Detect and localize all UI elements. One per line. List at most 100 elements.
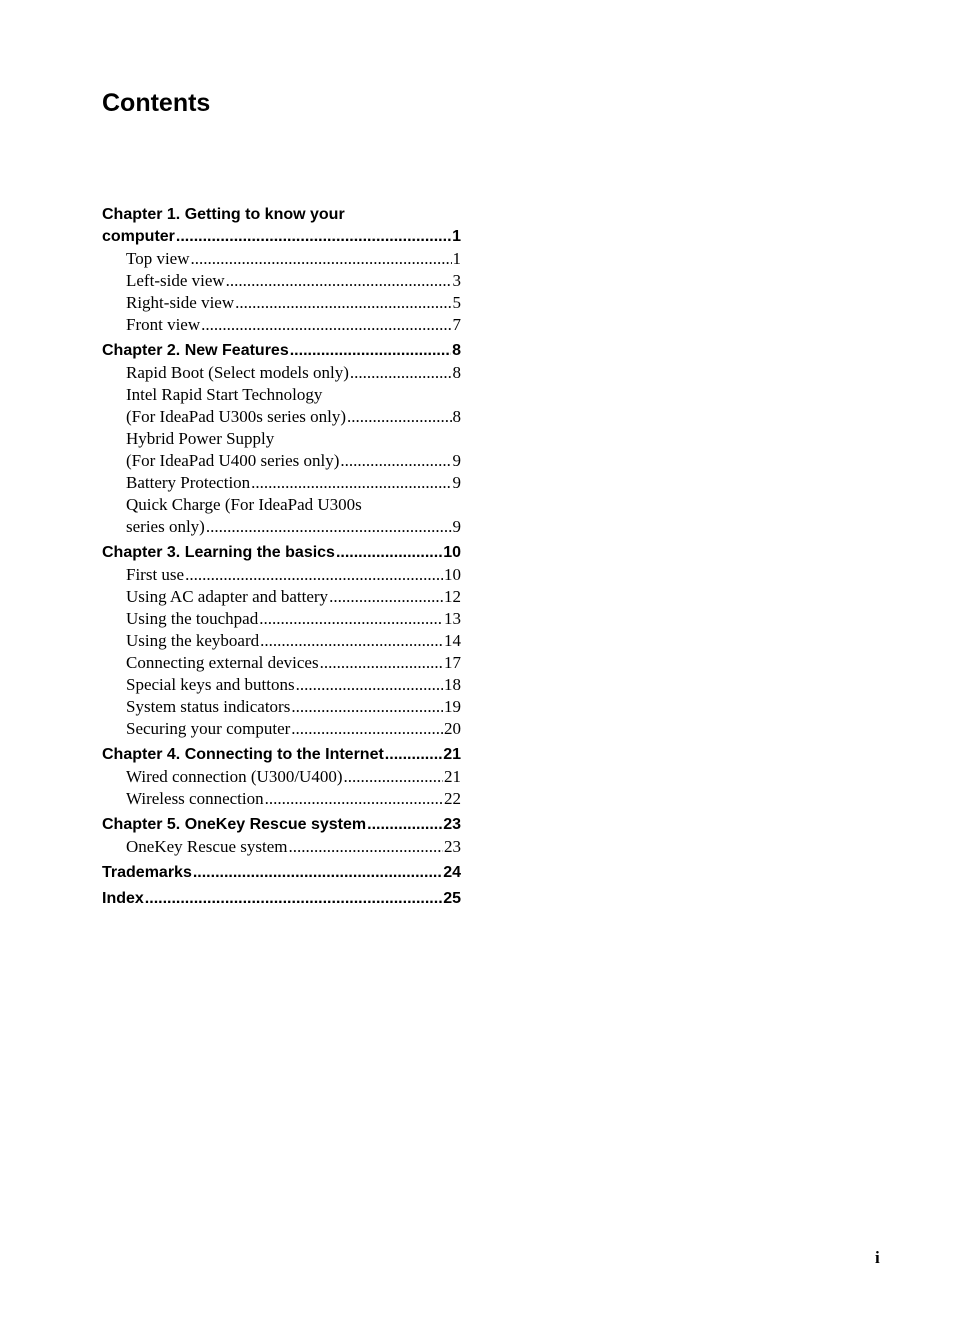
dot-leader	[145, 888, 442, 910]
toc-chapter-entry[interactable]: Chapter 5. OneKey Rescue system 23	[102, 814, 461, 836]
toc-page-number: 18	[444, 675, 461, 694]
dot-leader	[291, 696, 443, 718]
toc-entry-label: computer	[102, 228, 175, 245]
toc-page-number: 8	[452, 363, 462, 382]
toc-entry-title-line: Chapter 1. Getting to know your	[102, 206, 345, 223]
toc-entry-row: Using AC adapter and battery 12	[126, 586, 461, 608]
toc-page-number: 8	[452, 407, 462, 426]
toc-entry-row: Trademarks 24	[102, 862, 461, 884]
toc-section-entry[interactable]: Rapid Boot (Select models only) 8	[102, 362, 461, 384]
toc-entry-label: First use	[126, 565, 185, 584]
toc-entry-row: Index 25	[102, 888, 461, 910]
toc-entry-row: Special keys and buttons 18	[126, 674, 461, 696]
toc-section-entry[interactable]: Special keys and buttons 18	[102, 674, 461, 696]
toc-entry-label: (For IdeaPad U300s series only)	[126, 407, 347, 426]
toc-entry-row: Right-side view 5	[126, 292, 461, 314]
toc-section-entry[interactable]: First use 10	[102, 564, 461, 586]
dot-leader	[191, 248, 452, 270]
toc-section-entry[interactable]: Securing your computer 20	[102, 718, 461, 740]
toc-section-entry[interactable]: Top view 1	[102, 248, 461, 270]
toc-section-entry[interactable]: Hybrid Power Supply (For IdeaPad U400 ser…	[102, 428, 461, 472]
toc-entry-label: Front view	[126, 315, 201, 334]
dot-leader	[235, 292, 451, 314]
dot-leader	[206, 516, 452, 538]
toc-entry-title-line: Quick Charge (For IdeaPad U300s	[126, 495, 362, 514]
toc-entry-label: Right-side view	[126, 293, 235, 312]
toc-page-number: 5	[452, 293, 462, 312]
toc-chapter-entry[interactable]: Chapter 1. Getting to know your computer 1	[102, 204, 461, 248]
dot-leader	[347, 406, 451, 428]
toc-page-number: 20	[444, 719, 461, 738]
page-title: Contents	[102, 89, 211, 117]
toc-entry-label: Special keys and buttons	[126, 675, 295, 694]
toc-section-entry[interactable]: Right-side view 5	[102, 292, 461, 314]
toc-entry-label: Using the keyboard	[126, 631, 260, 650]
dot-leader	[343, 766, 443, 788]
toc-page-number: 9	[452, 517, 462, 536]
toc-entry-label: Trademarks	[102, 864, 192, 881]
dot-leader	[367, 814, 442, 836]
toc-entry-label: (For IdeaPad U400 series only)	[126, 451, 340, 470]
toc-section-entry[interactable]: Intel Rapid Start Technology (For IdeaPad…	[102, 384, 461, 428]
toc-page-number: 9	[452, 451, 462, 470]
toc-page-number: 23	[444, 837, 461, 856]
toc-chapter-entry[interactable]: Chapter 4. Connecting to the Internet 21	[102, 744, 461, 766]
toc-entry-title-line: Intel Rapid Start Technology	[126, 385, 323, 404]
dot-leader	[185, 564, 443, 586]
toc-entry-row: Chapter 4. Connecting to the Internet 21	[102, 744, 461, 766]
toc-page-number: 17	[444, 653, 461, 672]
toc-section-entry[interactable]: Using AC adapter and battery 12	[102, 586, 461, 608]
toc-entry-row: Chapter 5. OneKey Rescue system 23	[102, 814, 461, 836]
dot-leader	[193, 862, 442, 884]
toc-page-number: 24	[443, 864, 461, 881]
toc-chapter-entry[interactable]: Chapter 2. New Features 8	[102, 340, 461, 362]
toc-page-number: 12	[444, 587, 461, 606]
toc-page-number: 1	[452, 249, 462, 268]
toc-entry-label: System status indicators	[126, 697, 291, 716]
dot-leader	[329, 586, 443, 608]
toc-section-entry[interactable]: Wired connection (U300/U400) 21	[102, 766, 461, 788]
dot-leader	[260, 630, 443, 652]
toc-section-entry[interactable]: Using the touchpad 13	[102, 608, 461, 630]
toc-page-number: 1	[452, 228, 461, 245]
toc-section-entry[interactable]: Front view 7	[102, 314, 461, 336]
toc-page-number: 8	[452, 342, 461, 359]
toc-entry-row: System status indicators 19	[126, 696, 461, 718]
toc-entry-label: OneKey Rescue system	[126, 837, 288, 856]
dot-leader	[336, 542, 442, 564]
toc-entry-row: computer 1	[102, 226, 461, 248]
toc-entry-row: Chapter 3. Learning the basics 10	[102, 542, 461, 564]
toc-section-entry[interactable]: Connecting external devices 17	[102, 652, 461, 674]
toc-section-entry[interactable]: OneKey Rescue system 23	[102, 836, 461, 858]
toc-section-entry[interactable]: Battery Protection 9	[102, 472, 461, 494]
toc-entry-label: Wired connection (U300/U400)	[126, 767, 343, 786]
toc-page-number: 13	[444, 609, 461, 628]
toc-section-entry[interactable]: Quick Charge (For IdeaPad U300s series on…	[102, 494, 461, 538]
toc-page-number: 14	[444, 631, 461, 650]
toc-chapter-entry[interactable]: Index 25	[102, 888, 461, 910]
toc-entry-label: Chapter 4. Connecting to the Internet	[102, 746, 384, 763]
toc-section-entry[interactable]: Using the keyboard 14	[102, 630, 461, 652]
toc-page-number: 10	[444, 565, 461, 584]
toc-entry-label: Rapid Boot (Select models only)	[126, 363, 349, 382]
dot-leader	[176, 226, 451, 248]
toc-entry-label: Index	[102, 890, 144, 907]
dot-leader	[320, 652, 443, 674]
toc-section-entry[interactable]: System status indicators 19	[102, 696, 461, 718]
table-of-contents: Chapter 1. Getting to know your computer 1…	[102, 204, 461, 910]
toc-section-entry[interactable]: Wireless connection 22	[102, 788, 461, 810]
toc-entry-row: First use 10	[126, 564, 461, 586]
toc-entry-row: Using the keyboard 14	[126, 630, 461, 652]
toc-section-entry[interactable]: Left-side view 3	[102, 270, 461, 292]
toc-entry-label: Securing your computer	[126, 719, 291, 738]
dot-leader	[251, 472, 451, 494]
toc-page-number: 10	[443, 544, 461, 561]
toc-entry-row: OneKey Rescue system 23	[126, 836, 461, 858]
dot-leader	[296, 674, 443, 696]
toc-chapter-entry[interactable]: Trademarks 24	[102, 862, 461, 884]
dot-leader	[290, 340, 451, 362]
toc-entry-row: Wireless connection 22	[126, 788, 461, 810]
toc-chapter-entry[interactable]: Chapter 3. Learning the basics 10	[102, 542, 461, 564]
toc-entry-row: (For IdeaPad U400 series only) 9	[126, 450, 461, 472]
dot-leader	[340, 450, 451, 472]
